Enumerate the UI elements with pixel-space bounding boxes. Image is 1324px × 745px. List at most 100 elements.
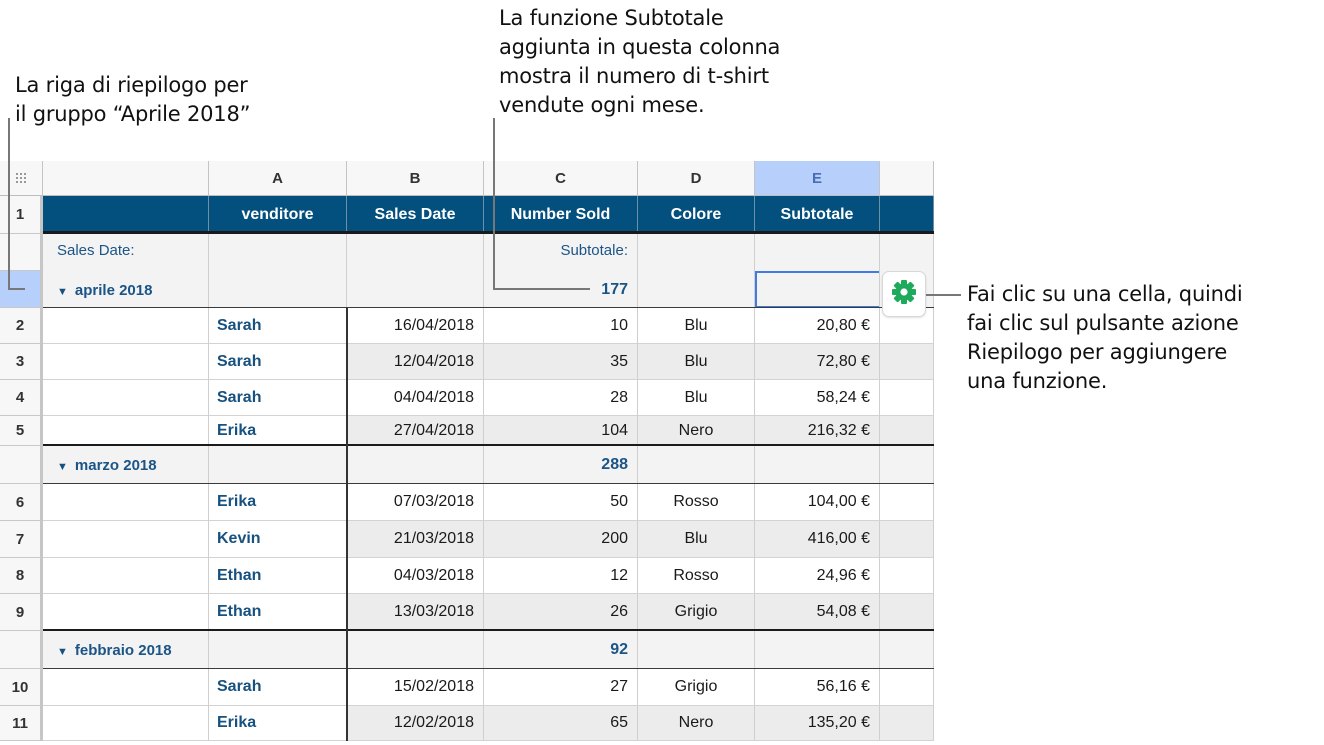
- data-cell-blank[interactable]: [43, 594, 209, 631]
- data-cell-extra[interactable]: [880, 344, 934, 380]
- date-cell[interactable]: 07/03/2018: [347, 484, 484, 521]
- summary-action-button[interactable]: [882, 271, 926, 317]
- column-header-extra[interactable]: [880, 161, 934, 196]
- data-cell-extra[interactable]: [880, 521, 934, 558]
- group-summary-cell[interactable]: Sales Date: ▼ aprile 2018: [43, 234, 209, 308]
- row-number[interactable]: 4: [0, 380, 43, 416]
- seller-cell[interactable]: Ethan: [209, 594, 347, 631]
- number-sold-cell[interactable]: 12: [484, 558, 638, 594]
- data-cell-blank[interactable]: [43, 484, 209, 521]
- row-number-blank[interactable]: [0, 234, 43, 271]
- subtotal-cell[interactable]: 56,16 €: [755, 669, 880, 706]
- group-cell[interactable]: [347, 234, 484, 308]
- group-subtotal-value[interactable]: 288: [484, 446, 638, 484]
- color-cell[interactable]: Nero: [638, 416, 755, 446]
- color-cell[interactable]: Blu: [638, 308, 755, 344]
- seller-cell[interactable]: Sarah: [209, 380, 347, 416]
- seller-cell[interactable]: Sarah: [209, 669, 347, 706]
- header-cell[interactable]: Colore: [638, 196, 755, 234]
- color-cell[interactable]: Blu: [638, 380, 755, 416]
- row-number[interactable]: 3: [0, 344, 43, 380]
- data-cell-extra[interactable]: [880, 484, 934, 521]
- column-header-d[interactable]: D: [638, 161, 755, 196]
- group-cell[interactable]: [638, 446, 755, 484]
- row-number[interactable]: 9: [0, 594, 43, 631]
- seller-cell[interactable]: Erika: [209, 484, 347, 521]
- disclosure-triangle-icon[interactable]: ▼: [57, 286, 68, 298]
- row-number[interactable]: 2: [0, 308, 43, 344]
- header-cell[interactable]: Number Sold: [484, 196, 638, 234]
- data-cell-extra[interactable]: [880, 594, 934, 631]
- subtotal-cell[interactable]: 216,32 €: [755, 416, 880, 446]
- data-cell-blank[interactable]: [43, 308, 209, 344]
- number-sold-cell[interactable]: 28: [484, 380, 638, 416]
- date-cell[interactable]: 12/02/2018: [347, 706, 484, 741]
- seller-cell[interactable]: Sarah: [209, 308, 347, 344]
- subtotal-cell[interactable]: 24,96 €: [755, 558, 880, 594]
- row-number-blank[interactable]: [0, 631, 43, 669]
- row-number[interactable]: 8: [0, 558, 43, 594]
- number-sold-cell[interactable]: 27: [484, 669, 638, 706]
- date-cell[interactable]: 04/04/2018: [347, 380, 484, 416]
- group-cell[interactable]: [347, 446, 484, 484]
- data-cell-blank[interactable]: [43, 669, 209, 706]
- header-cell[interactable]: Subtotale: [755, 196, 880, 234]
- subtotal-cell[interactable]: 416,00 €: [755, 521, 880, 558]
- number-sold-cell[interactable]: 200: [484, 521, 638, 558]
- header-cell[interactable]: Sales Date: [347, 196, 484, 234]
- data-cell-extra[interactable]: [880, 669, 934, 706]
- data-cell-blank[interactable]: [43, 706, 209, 741]
- data-cell-extra[interactable]: [880, 558, 934, 594]
- date-cell[interactable]: 12/04/2018: [347, 344, 484, 380]
- column-header-c[interactable]: C: [484, 161, 638, 196]
- header-cell-extra[interactable]: [880, 196, 934, 234]
- group-cell[interactable]: [209, 234, 347, 308]
- seller-cell[interactable]: Kevin: [209, 521, 347, 558]
- row-number-blank[interactable]: [0, 446, 43, 484]
- data-cell-blank[interactable]: [43, 521, 209, 558]
- row-number[interactable]: 11: [0, 706, 43, 741]
- color-cell[interactable]: Nero: [638, 706, 755, 741]
- group-subtotal-value[interactable]: 92: [484, 631, 638, 669]
- group-name[interactable]: ▼ aprile 2018: [57, 282, 152, 308]
- date-cell[interactable]: 27/04/2018: [347, 416, 484, 446]
- subtotal-cell[interactable]: 58,24 €: [755, 380, 880, 416]
- header-cell-blank[interactable]: [43, 196, 209, 234]
- group-subtotal-cell[interactable]: Subtotale: 177: [484, 234, 638, 308]
- color-cell[interactable]: Grigio: [638, 594, 755, 631]
- group-cell-e[interactable]: [755, 234, 880, 308]
- disclosure-triangle-icon[interactable]: ▼: [57, 461, 68, 473]
- data-cell-extra[interactable]: [880, 706, 934, 741]
- data-cell-blank[interactable]: [43, 380, 209, 416]
- subtotal-cell[interactable]: 72,80 €: [755, 344, 880, 380]
- date-cell[interactable]: 16/04/2018: [347, 308, 484, 344]
- seller-cell[interactable]: Ethan: [209, 558, 347, 594]
- disclosure-triangle-icon[interactable]: ▼: [57, 646, 68, 658]
- row-number[interactable]: 6: [0, 484, 43, 521]
- data-cell-extra[interactable]: [880, 416, 934, 446]
- color-cell[interactable]: Blu: [638, 344, 755, 380]
- group-cell-extra[interactable]: [880, 446, 934, 484]
- color-cell[interactable]: Blu: [638, 521, 755, 558]
- group-cell[interactable]: [347, 631, 484, 669]
- data-cell-blank[interactable]: [43, 558, 209, 594]
- date-cell[interactable]: 04/03/2018: [347, 558, 484, 594]
- seller-cell[interactable]: Erika: [209, 706, 347, 741]
- date-cell[interactable]: 13/03/2018: [347, 594, 484, 631]
- subtotal-cell[interactable]: 104,00 €: [755, 484, 880, 521]
- date-cell[interactable]: 21/03/2018: [347, 521, 484, 558]
- group-summary-cell[interactable]: ▼ marzo 2018: [43, 446, 209, 484]
- group-summary-cell[interactable]: ▼ febbraio 2018: [43, 631, 209, 669]
- color-cell[interactable]: Rosso: [638, 484, 755, 521]
- color-cell[interactable]: Grigio: [638, 669, 755, 706]
- table-handle[interactable]: [0, 161, 43, 196]
- selected-cell[interactable]: [755, 271, 879, 308]
- group-name[interactable]: ▼ febbraio 2018: [43, 642, 172, 659]
- number-sold-cell[interactable]: 65: [484, 706, 638, 741]
- row-number[interactable]: 7: [0, 521, 43, 558]
- subtotal-cell[interactable]: 135,20 €: [755, 706, 880, 741]
- column-header-blank[interactable]: [43, 161, 209, 196]
- row-number[interactable]: 10: [0, 669, 43, 706]
- header-cell[interactable]: venditore: [209, 196, 347, 234]
- group-cell[interactable]: [209, 446, 347, 484]
